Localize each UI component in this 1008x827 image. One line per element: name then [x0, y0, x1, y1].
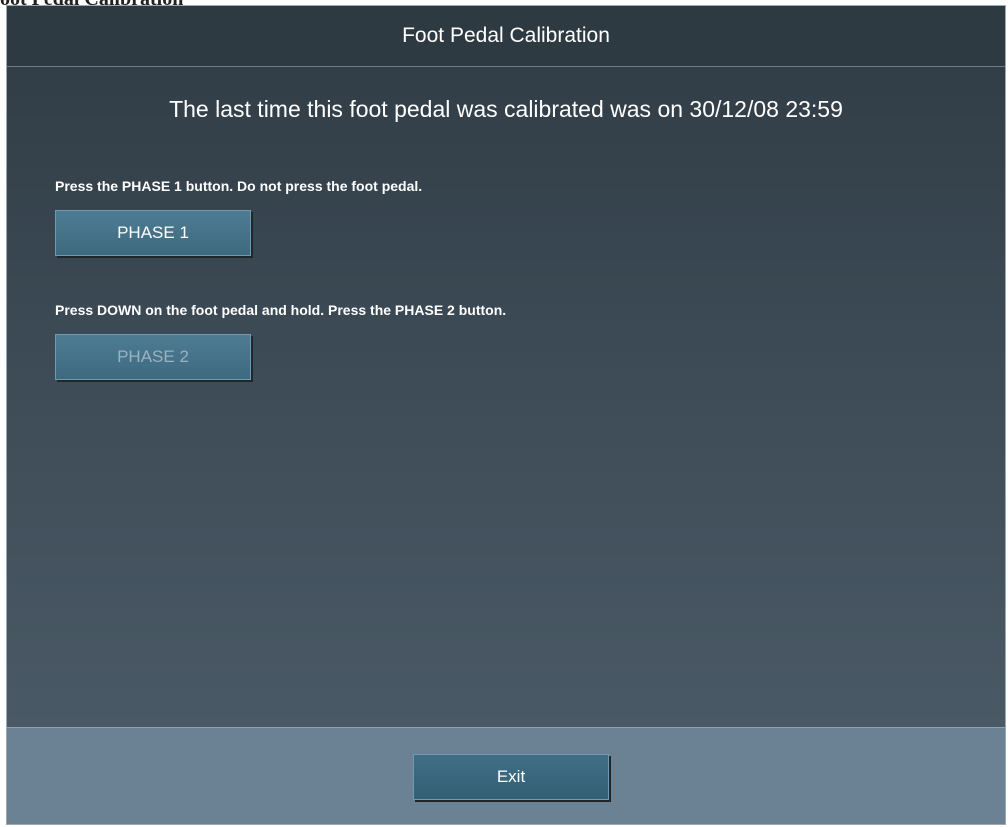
- phase2-button-label: PHASE 2: [117, 347, 189, 366]
- footer-bar: Exit: [7, 727, 1005, 824]
- phase2-instruction: Press DOWN on the foot pedal and hold. P…: [55, 302, 507, 318]
- phase1-instruction: Press the PHASE 1 button. Do not press t…: [55, 178, 423, 194]
- phase1-button-label: PHASE 1: [117, 223, 189, 242]
- exit-button[interactable]: Exit: [413, 754, 609, 800]
- phase1-button[interactable]: PHASE 1: [55, 210, 251, 256]
- phase2-button[interactable]: PHASE 2: [55, 334, 251, 380]
- window-title: Foot Pedal Calibration: [402, 24, 610, 47]
- exit-button-label: Exit: [496, 767, 526, 786]
- title-bar: Foot Pedal Calibration: [7, 6, 1005, 67]
- calibration-window: Foot Pedal Calibration The last time thi…: [6, 5, 1006, 825]
- last-calibration-text: The last time this foot pedal was calibr…: [169, 96, 843, 122]
